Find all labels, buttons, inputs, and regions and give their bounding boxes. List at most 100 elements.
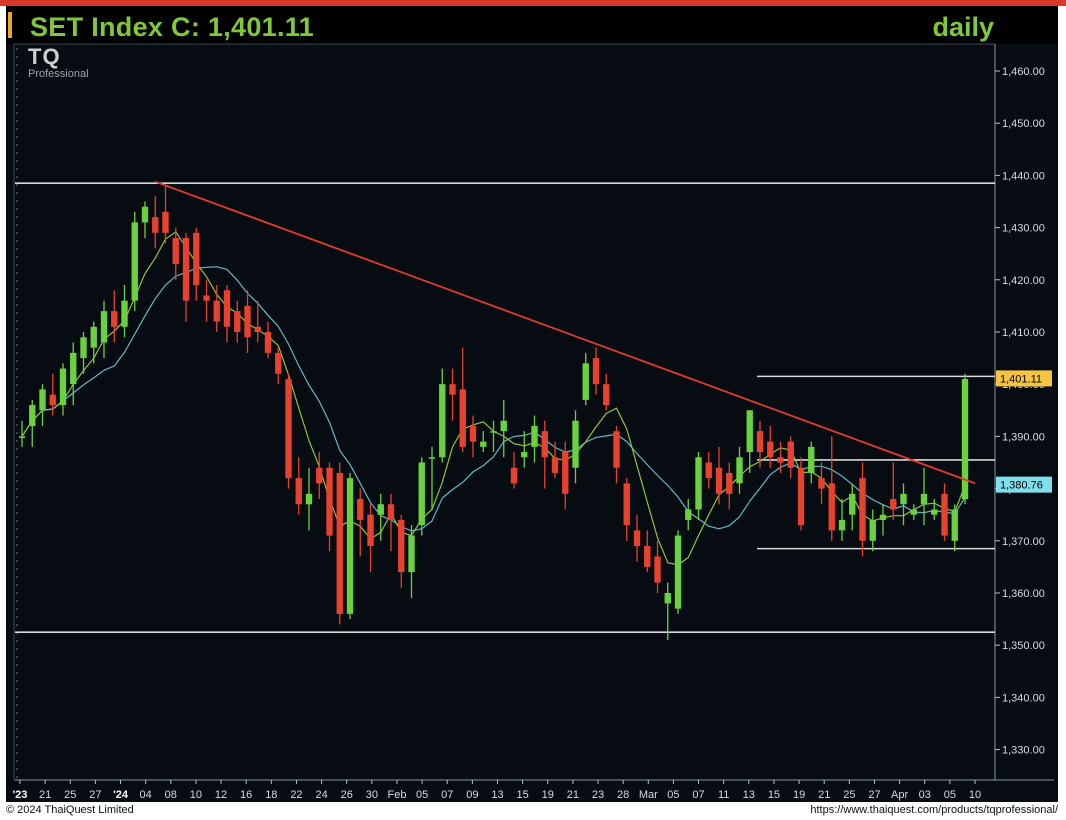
candle[interactable] (39, 384, 46, 426)
candle-body (193, 232, 200, 286)
candle[interactable] (787, 436, 794, 479)
candle[interactable] (121, 285, 128, 338)
candle-body (572, 420, 579, 468)
candle[interactable] (849, 483, 856, 531)
candle[interactable] (613, 425, 620, 484)
candle[interactable] (715, 446, 723, 505)
y-tick-label: 1,330.00 (1002, 745, 1045, 757)
candle[interactable] (869, 509, 876, 552)
candle[interactable] (879, 504, 887, 536)
candle[interactable] (726, 462, 733, 510)
candle[interactable] (387, 493, 395, 552)
candle[interactable] (551, 441, 559, 479)
candle[interactable] (346, 472, 354, 620)
x-tick-label: 25 (64, 789, 76, 801)
candle[interactable] (439, 368, 446, 463)
candle[interactable] (490, 420, 497, 453)
candle[interactable] (29, 399, 36, 447)
candle[interactable] (367, 504, 374, 573)
candle[interactable] (828, 436, 835, 541)
candle-body (18, 436, 26, 438)
candle[interactable] (941, 483, 948, 541)
y-tick-label: 1,410.00 (1002, 327, 1045, 339)
logo-subtext: Professional (28, 68, 89, 80)
candle-body (346, 478, 354, 614)
candle[interactable] (859, 462, 866, 557)
x-tick-label: 12 (215, 789, 227, 801)
candle[interactable] (838, 499, 846, 541)
candle[interactable] (203, 279, 210, 322)
candle[interactable] (111, 290, 118, 343)
x-tick-label: 07 (692, 789, 704, 801)
candle[interactable] (654, 540, 661, 593)
candle[interactable] (264, 321, 272, 359)
candle[interactable] (633, 514, 641, 562)
candle[interactable] (152, 196, 159, 249)
candle[interactable] (767, 425, 774, 468)
candle[interactable] (705, 452, 712, 489)
candle[interactable] (305, 467, 313, 531)
candle[interactable] (316, 452, 323, 500)
candle[interactable] (244, 290, 251, 353)
candle-body (80, 337, 87, 359)
candle[interactable] (736, 446, 743, 494)
candle[interactable] (603, 373, 610, 411)
candle[interactable] (900, 483, 907, 526)
candle[interactable] (531, 415, 538, 463)
candle[interactable] (428, 446, 436, 510)
candle[interactable] (674, 530, 682, 614)
candle[interactable] (582, 352, 589, 406)
candle[interactable] (623, 478, 630, 541)
candle[interactable] (295, 457, 302, 515)
candle[interactable] (572, 410, 579, 484)
candle[interactable] (398, 514, 405, 588)
candle[interactable] (275, 347, 282, 385)
candle[interactable] (223, 285, 231, 343)
candle[interactable] (500, 399, 507, 458)
candle[interactable] (521, 431, 528, 468)
candle[interactable] (592, 347, 600, 395)
candle[interactable] (182, 232, 190, 322)
candle[interactable] (459, 347, 466, 453)
candle[interactable] (418, 457, 425, 536)
candle[interactable] (644, 530, 651, 573)
candle[interactable] (951, 504, 958, 552)
candle[interactable] (59, 363, 67, 416)
candle[interactable] (480, 431, 487, 453)
candle[interactable] (70, 342, 77, 406)
candle[interactable] (162, 185, 169, 244)
candle-body (480, 441, 487, 447)
candle[interactable] (920, 467, 928, 526)
candle[interactable] (100, 300, 108, 359)
candle[interactable] (961, 373, 969, 505)
candle[interactable] (408, 525, 415, 599)
candle[interactable] (797, 457, 805, 531)
candle[interactable] (808, 441, 815, 484)
candle[interactable] (541, 420, 548, 489)
candle[interactable] (469, 415, 477, 458)
candle[interactable] (685, 499, 692, 531)
candle[interactable] (254, 300, 261, 343)
candle[interactable] (449, 368, 456, 421)
candle[interactable] (131, 211, 138, 312)
candle[interactable] (326, 462, 333, 552)
product-url[interactable]: https://www.thaiquest.com/products/tqpro… (810, 804, 1058, 816)
candle[interactable] (336, 462, 343, 625)
candlestick-chart[interactable]: 1,460.00 1,450.00 1,440.00 1,430.00 1,420.00… (0, 0, 1066, 802)
candle[interactable] (910, 504, 917, 520)
candle-body (910, 509, 917, 515)
candle[interactable] (285, 373, 292, 489)
candle[interactable] (213, 285, 220, 332)
candle[interactable] (510, 452, 518, 489)
candle[interactable] (818, 462, 825, 505)
candle[interactable] (357, 488, 364, 557)
candle[interactable] (193, 227, 200, 301)
candle-body (633, 530, 641, 547)
candle[interactable] (746, 410, 753, 473)
candle[interactable] (90, 321, 97, 364)
candle[interactable] (695, 452, 702, 520)
candle[interactable] (931, 499, 938, 520)
candle[interactable] (890, 462, 897, 520)
candle[interactable] (234, 300, 241, 343)
candle[interactable] (141, 201, 149, 239)
